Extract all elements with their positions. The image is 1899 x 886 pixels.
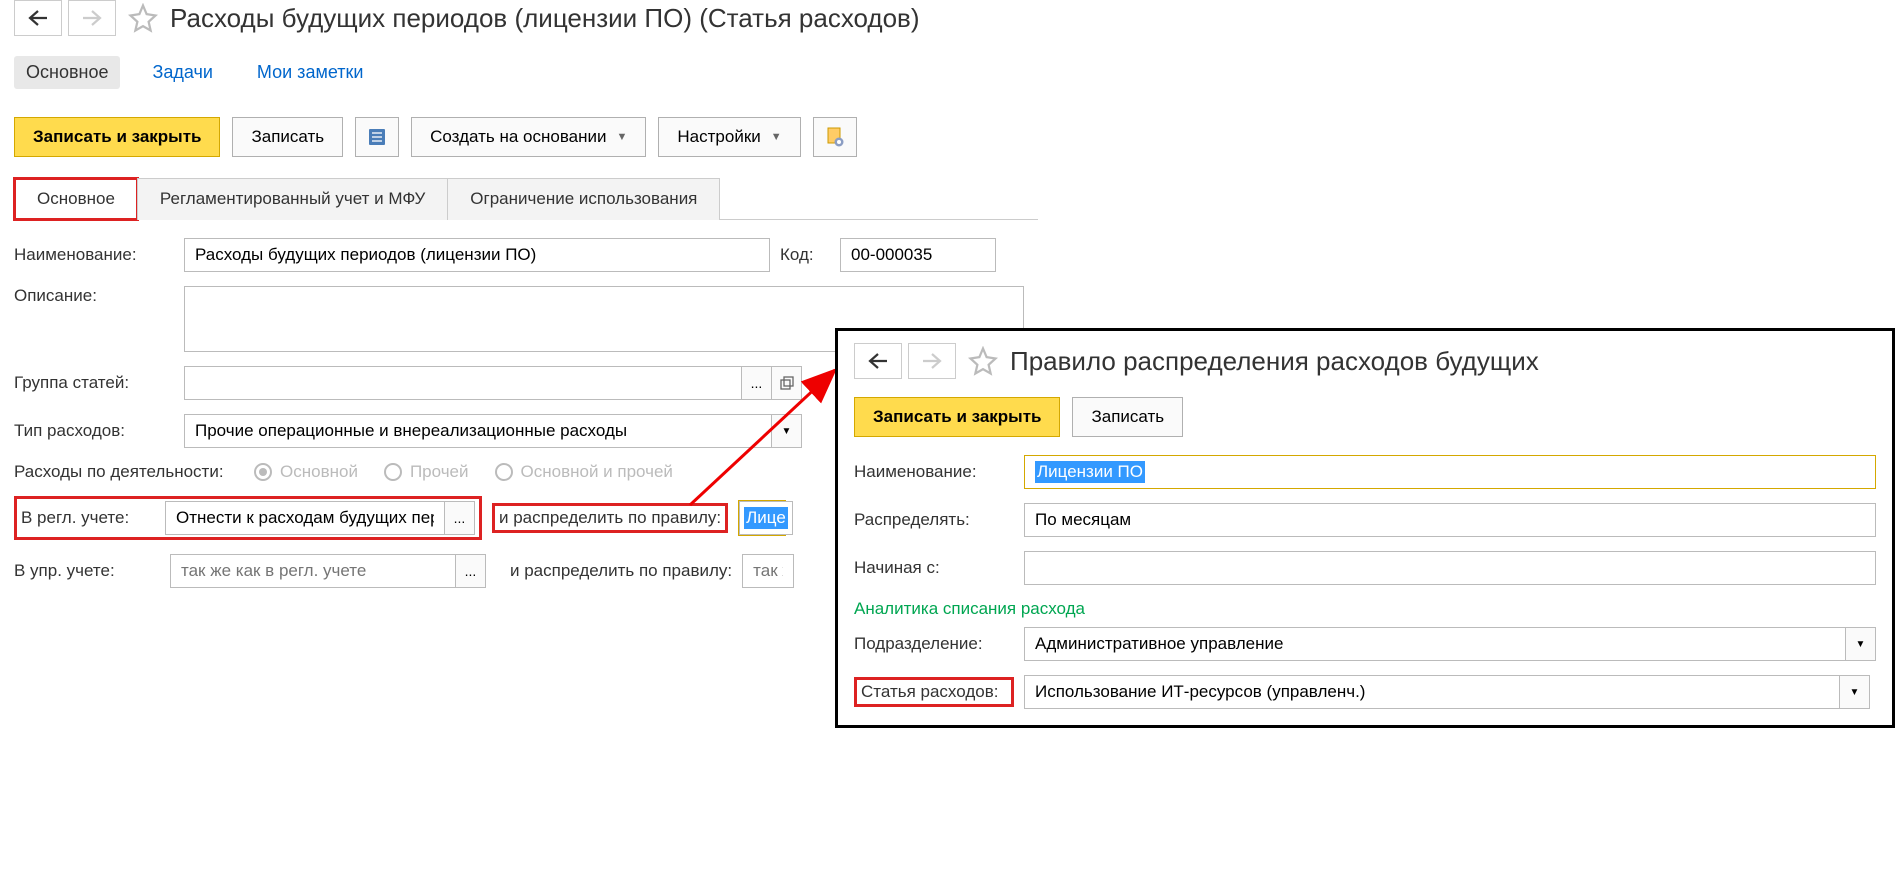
radio-icon	[495, 463, 513, 481]
overlay-save-button[interactable]: Записать	[1072, 397, 1183, 437]
radio-icon	[254, 463, 272, 481]
create-based-label: Создать на основании	[430, 127, 606, 147]
ellipsis-icon: ...	[454, 510, 466, 526]
mgmtacc-input[interactable]	[170, 554, 456, 588]
chevron-down-icon: ▼	[771, 131, 782, 143]
overlay-back-button[interactable]	[854, 343, 902, 379]
radio-both[interactable]: Основной и прочей	[495, 462, 673, 482]
label-regacc: В регл. учете:	[21, 508, 157, 528]
list-icon-button[interactable]	[355, 117, 399, 157]
save-button[interactable]: Записать	[232, 117, 343, 157]
radio-main[interactable]: Основной	[254, 462, 358, 482]
page-title: Расходы будущих периодов (лицензии ПО) (…	[170, 3, 920, 34]
label-desc: Описание:	[14, 286, 174, 306]
chevron-down-icon: ▼	[1856, 639, 1866, 650]
group-input[interactable]	[184, 366, 742, 400]
label-mgmtacc: В упр. учете:	[14, 561, 160, 581]
overlay-name-input[interactable]: Лицензии ПО	[1024, 455, 1876, 489]
overlay-forward-button[interactable]	[908, 343, 956, 379]
navtab-tasks[interactable]: Задачи	[140, 56, 224, 89]
ellipsis-icon: ...	[751, 375, 763, 391]
arrow-right-icon	[82, 10, 102, 26]
overlay-label-distribute: Распределять:	[854, 510, 1014, 530]
create-based-button[interactable]: Создать на основании ▼	[411, 117, 646, 157]
settings-button[interactable]: Настройки ▼	[658, 117, 800, 157]
overlay-save-close-button[interactable]: Записать и закрыть	[854, 397, 1060, 437]
group-open-button[interactable]	[772, 366, 802, 400]
overlay-label-division: Подразделение:	[854, 634, 1014, 654]
overlay-division-dropdown-button[interactable]: ▼	[1846, 627, 1876, 661]
code-input[interactable]	[840, 238, 996, 272]
radio-other[interactable]: Прочей	[384, 462, 469, 482]
name-input[interactable]	[184, 238, 770, 272]
label-distrib-rule: и распределить по правилу:	[499, 508, 721, 528]
forward-button[interactable]	[68, 0, 116, 36]
save-close-button[interactable]: Записать и закрыть	[14, 117, 220, 157]
overlay-analytics-header: Аналитика списания расхода	[854, 599, 1876, 619]
overlay-label-expenseitem: Статья расходов:	[861, 682, 998, 701]
mgmt-distrib-input[interactable]	[742, 554, 794, 588]
regacc-lookup-button[interactable]: ...	[445, 501, 475, 535]
overlay-label-startfrom: Начиная с:	[854, 558, 1014, 578]
formtab-regacc[interactable]: Регламентированный учет и МФУ	[137, 178, 448, 220]
ellipsis-icon: ...	[465, 563, 477, 579]
group-lookup-button[interactable]: ...	[742, 366, 772, 400]
overlay-startfrom-input[interactable]	[1024, 551, 1876, 585]
label-group: Группа статей:	[14, 373, 174, 393]
formtab-restrict[interactable]: Ограничение использования	[447, 178, 720, 220]
mgmtacc-lookup-button[interactable]: ...	[456, 554, 486, 588]
star-icon[interactable]	[128, 3, 158, 33]
label-code: Код:	[780, 245, 830, 265]
overlay-expenseitem-dropdown-button[interactable]: ▼	[1840, 675, 1870, 709]
radio-icon	[384, 463, 402, 481]
star-icon[interactable]	[968, 346, 998, 376]
formtab-main[interactable]: Основное	[14, 178, 138, 220]
chevron-down-icon: ▼	[1850, 687, 1860, 698]
overlay-distribute-input[interactable]	[1024, 503, 1876, 537]
regacc-input[interactable]	[165, 501, 445, 535]
arrow-left-icon	[28, 10, 48, 26]
overlay-division-input[interactable]	[1024, 627, 1846, 661]
list-icon	[368, 128, 386, 146]
attach-icon-button[interactable]	[813, 117, 857, 157]
label-activity: Расходы по деятельности:	[14, 462, 244, 482]
type-dropdown-button[interactable]: ▼	[772, 414, 802, 448]
navtab-notes[interactable]: Мои заметки	[245, 56, 376, 89]
open-icon	[780, 376, 794, 390]
label-type: Тип расходов:	[14, 421, 174, 441]
back-button[interactable]	[14, 0, 62, 36]
chevron-down-icon: ▼	[617, 131, 628, 143]
arrow-right-icon	[922, 353, 942, 369]
type-input[interactable]	[184, 414, 772, 448]
overlay-label-name: Наименование:	[854, 462, 1014, 482]
label-distrib-rule-2: и распределить по правилу:	[510, 561, 732, 581]
label-name: Наименование:	[14, 245, 174, 265]
document-gear-icon	[825, 127, 845, 147]
overlay-expenseitem-input[interactable]	[1024, 675, 1840, 709]
chevron-down-icon: ▼	[782, 426, 792, 437]
distrib-rule-input[interactable]: Лице	[739, 501, 793, 535]
radio-main-label: Основной	[280, 462, 358, 482]
arrow-left-icon	[868, 353, 888, 369]
overlay-title: Правило распределения расходов будущих	[1010, 346, 1539, 377]
navtab-main[interactable]: Основное	[14, 56, 120, 89]
radio-other-label: Прочей	[410, 462, 469, 482]
settings-label: Настройки	[677, 127, 760, 147]
radio-both-label: Основной и прочей	[521, 462, 673, 482]
